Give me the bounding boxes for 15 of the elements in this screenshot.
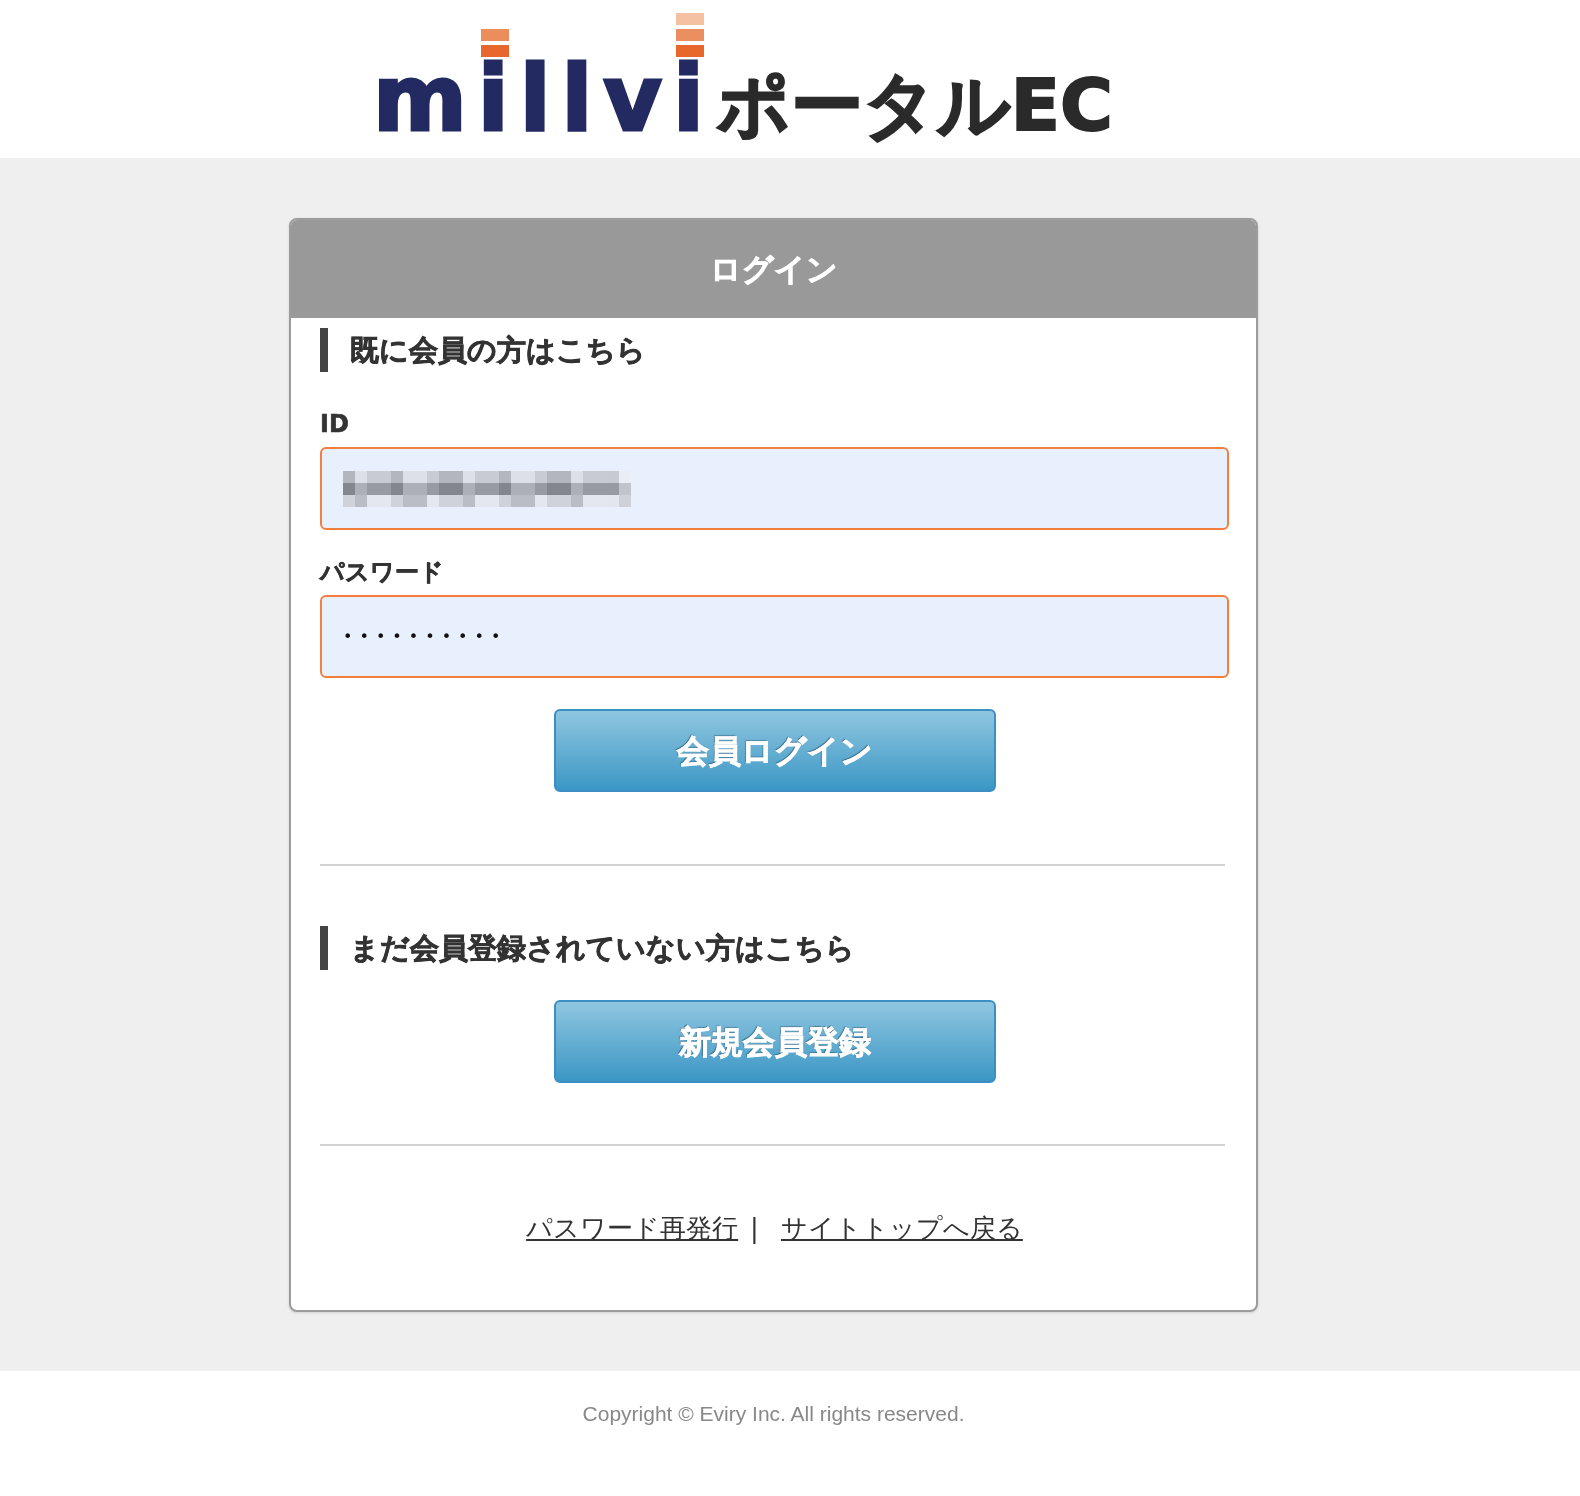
section-heading: 既に会員の方はこちら [320,328,646,372]
text-input-field[interactable] [320,447,1229,530]
password-field[interactable]: •••••••••• [320,595,1229,678]
logo-title-text: ポータルEC [716,69,1113,141]
text-link[interactable]: パスワード再発行 [526,1211,739,1245]
logo-brand-text: millvi [373,54,715,144]
bar-stack-icon [481,29,509,57]
copyright-text: Copyright © Eviry Inc. All rights reserved. [582,1401,965,1427]
bar-stack-icon [676,13,704,57]
field-label: ID [320,409,349,439]
card-title: ログイン [709,250,838,289]
text-link[interactable]: サイトトップへ戻る [780,1211,1023,1245]
field-label: パスワード [320,557,444,587]
link-separator: | [750,1212,759,1245]
section-heading: まだ会員登録されていない方はこちら [320,926,855,970]
